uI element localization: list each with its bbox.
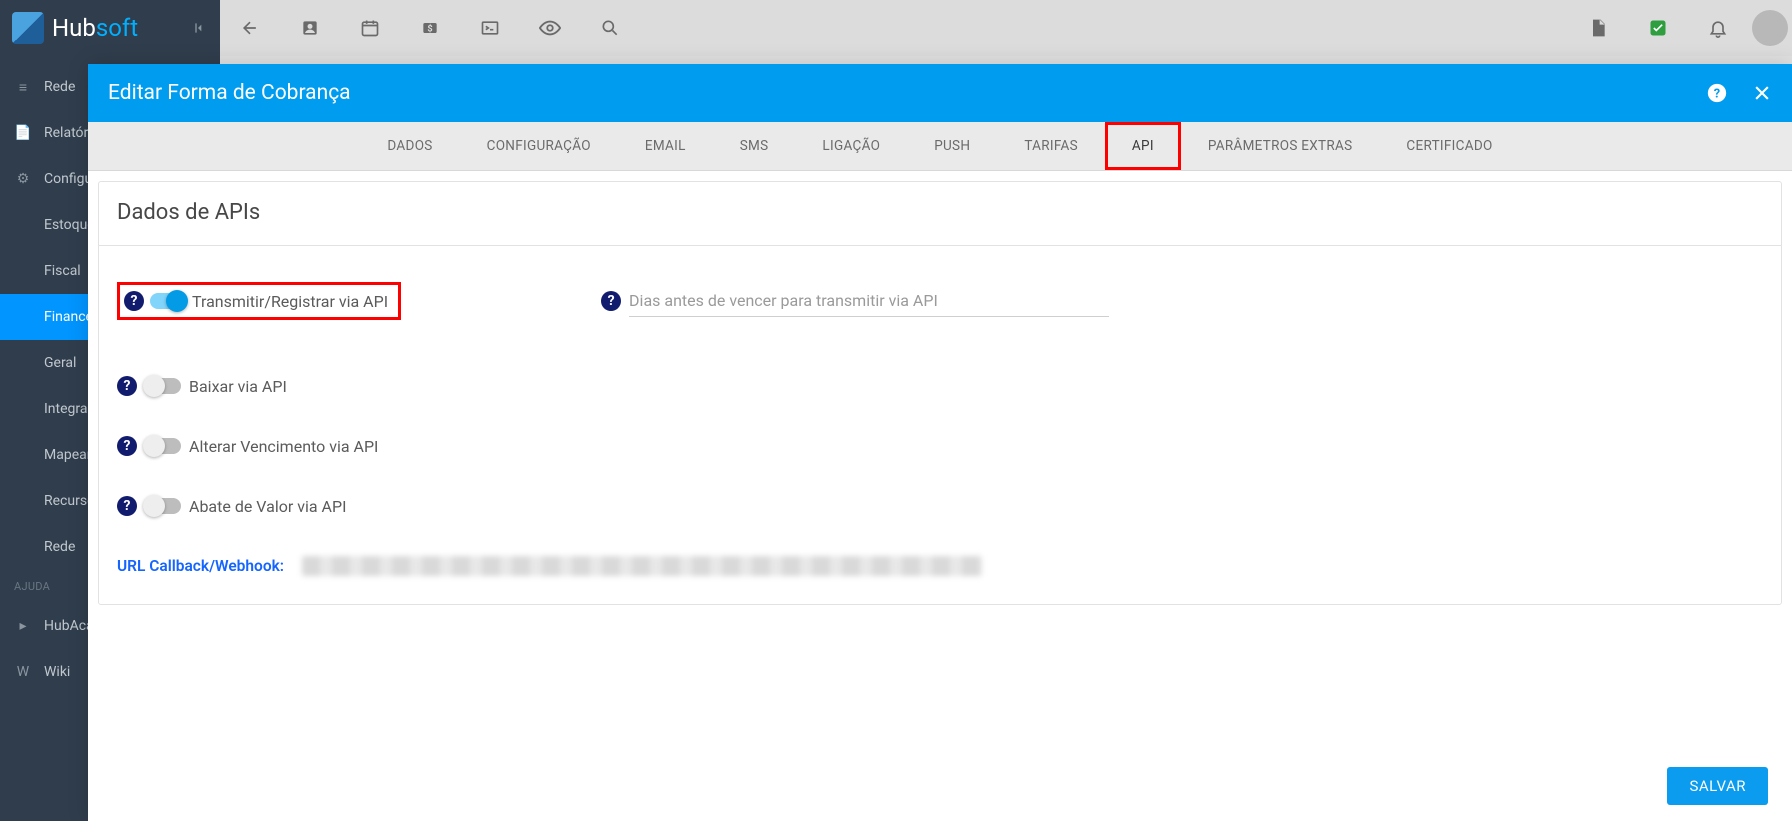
help-baixar-icon[interactable]: ? [117, 376, 137, 396]
sidebar-item-label: Geral [44, 355, 76, 371]
tab-email[interactable]: EMAIL [618, 122, 713, 170]
toggle-transmit-label: Transmitir/Registrar via API [192, 292, 388, 311]
search-button[interactable] [580, 0, 640, 56]
eye-button[interactable] [520, 0, 580, 56]
modal-title: Editar Forma de Cobrança [108, 81, 351, 105]
logo-area: Hubsoft [0, 0, 220, 56]
pdf-button[interactable] [1568, 0, 1628, 56]
toggle-abate[interactable] [145, 498, 181, 514]
help-days-icon[interactable]: ? [601, 291, 621, 311]
back-button[interactable] [220, 0, 280, 56]
callback-value-redacted [302, 556, 982, 576]
toggle-vencimento[interactable] [145, 438, 181, 454]
api-panel: Dados de APIs ? Transmitir/Registrar via… [98, 181, 1782, 605]
user-avatar[interactable] [1752, 10, 1788, 46]
modal-body: Dados de APIs ? Transmitir/Registrar via… [88, 171, 1792, 751]
tab-certificado[interactable]: CERTIFICADO [1379, 122, 1519, 170]
logo-soft: soft [96, 14, 138, 42]
tab-push[interactable]: PUSH [907, 122, 997, 170]
topbar: $ [220, 0, 1792, 56]
help-transmit-icon[interactable]: ? [124, 291, 144, 311]
tab-ligacao[interactable]: LIGAÇÃO [795, 122, 907, 170]
sidebar-item-label: Fiscal [44, 263, 81, 279]
play-icon: ▸ [14, 618, 32, 634]
callback-label: URL Callback/Webhook: [117, 557, 284, 575]
sidebar-item-label: Rede [44, 539, 75, 555]
tab-dados[interactable]: DADOS [360, 122, 459, 170]
network-icon: ≡ [14, 79, 32, 96]
gear-icon: ⚙ [14, 171, 32, 187]
modal-header: Editar Forma de Cobrança ? [88, 64, 1792, 122]
tab-tarifas[interactable]: TARIFAS [997, 122, 1105, 170]
save-button[interactable]: SALVAR [1667, 767, 1768, 805]
tab-parametros[interactable]: PARÂMETROS EXTRAS [1181, 122, 1380, 170]
help-icon[interactable]: ? [1706, 82, 1728, 104]
tab-api[interactable]: API [1105, 122, 1181, 170]
edit-billing-modal: Editar Forma de Cobrança ? DADOS CONFIGU… [88, 64, 1792, 821]
status-ok-button[interactable] [1628, 0, 1688, 56]
collapse-sidebar-icon[interactable] [192, 20, 208, 36]
calendar-button[interactable] [340, 0, 400, 56]
terminal-button[interactable] [460, 0, 520, 56]
notifications-button[interactable] [1688, 0, 1748, 56]
logo-hub: Hub [52, 14, 96, 42]
toggle-vencimento-label: Alterar Vencimento via API [189, 437, 378, 456]
panel-title: Dados de APIs [99, 182, 1781, 246]
person-button[interactable] [280, 0, 340, 56]
logo-text: Hubsoft [52, 14, 138, 42]
close-icon[interactable] [1752, 83, 1772, 103]
toggle-transmit[interactable] [150, 293, 186, 309]
document-icon: 📄 [14, 125, 32, 141]
transmit-highlight: ? Transmitir/Registrar via API [117, 282, 401, 320]
sidebar-item-label: Wiki [44, 664, 70, 680]
svg-text:?: ? [1714, 87, 1720, 102]
toggle-baixar-label: Baixar via API [189, 377, 287, 396]
help-abate-icon[interactable]: ? [117, 496, 137, 516]
toggle-baixar[interactable] [145, 378, 181, 394]
days-before-input[interactable] [629, 285, 1109, 317]
modal-tabs: DADOS CONFIGURAÇÃO EMAIL SMS LIGAÇÃO PUS… [88, 122, 1792, 171]
money-button[interactable]: $ [400, 0, 460, 56]
logo-icon [12, 12, 44, 44]
modal-footer: SALVAR [88, 751, 1792, 821]
tab-configuracao[interactable]: CONFIGURAÇÃO [460, 122, 618, 170]
help-vencimento-icon[interactable]: ? [117, 436, 137, 456]
tab-sms[interactable]: SMS [713, 122, 796, 170]
toggle-abate-label: Abate de Valor via API [189, 497, 346, 516]
wiki-icon: W [14, 664, 32, 680]
sidebar-item-label: Rede [44, 79, 75, 95]
svg-text:$: $ [427, 23, 432, 34]
